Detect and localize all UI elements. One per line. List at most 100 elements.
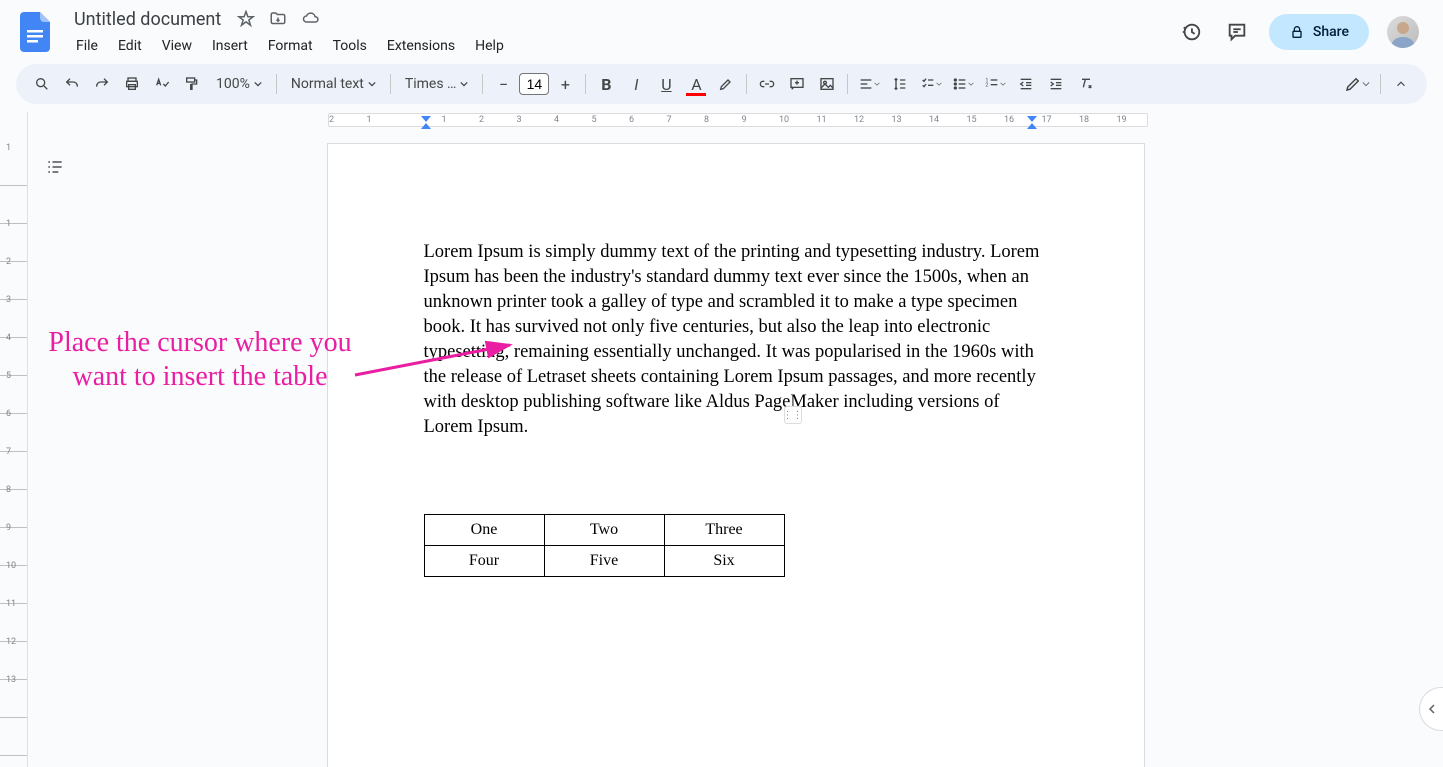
move-icon[interactable] [269, 10, 287, 28]
align-button[interactable] [854, 70, 884, 98]
collapse-toolbar-icon[interactable] [1387, 70, 1415, 98]
chevron-down-icon [968, 81, 974, 87]
chevron-down-icon [1362, 80, 1370, 88]
paragraph-style-select[interactable]: Normal text [283, 76, 384, 92]
ruler-tick: 4 [6, 333, 11, 343]
font-value: Times … [405, 76, 457, 92]
undo-icon[interactable] [58, 70, 86, 98]
decrease-fontsize-button[interactable]: − [489, 70, 517, 98]
font-family-select[interactable]: Times … [397, 76, 477, 92]
ruler-tick: 13 [6, 675, 16, 685]
ruler-tick: 9 [742, 115, 747, 125]
zoom-select[interactable]: 100% [208, 76, 270, 92]
line-spacing-button[interactable] [886, 70, 914, 98]
vertical-ruler: 112345678910111213 [0, 112, 28, 767]
increase-fontsize-button[interactable]: + [551, 70, 579, 98]
paint-format-icon[interactable] [178, 70, 206, 98]
avatar[interactable] [1387, 16, 1419, 48]
ruler-tick: 2 [329, 115, 334, 125]
share-button[interactable]: Share [1269, 14, 1369, 50]
document-page[interactable]: Lorem Ipsum is simply dummy text of the … [328, 144, 1144, 767]
show-outline-button[interactable] [40, 152, 70, 182]
table-row[interactable]: Four Five Six [424, 545, 784, 576]
table-cell[interactable]: One [424, 514, 544, 545]
ruler-tick: 12 [854, 115, 864, 125]
highlight-button[interactable] [712, 70, 740, 98]
doc-title[interactable]: Untitled document [68, 7, 227, 32]
ruler-tick: 1 [6, 219, 11, 229]
add-comment-icon[interactable] [783, 70, 811, 98]
toolbar: 100% Normal text Times … − + B I U A [16, 64, 1427, 104]
ruler-tick: 7 [667, 115, 672, 125]
horizontal-ruler[interactable]: 2112345678910111213141516171819 [28, 112, 1443, 128]
editing-mode-button[interactable] [1340, 70, 1374, 98]
history-icon[interactable] [1177, 18, 1205, 46]
comments-icon[interactable] [1223, 18, 1251, 46]
ruler-tick: 11 [6, 599, 16, 609]
titlebar: Untitled document File Edit View Insert … [0, 0, 1443, 64]
docs-logo[interactable] [16, 12, 56, 52]
table-row[interactable]: One Two Three [424, 514, 784, 545]
annotation-arrow-icon [350, 340, 520, 380]
menubar: File Edit View Insert Format Tools Exten… [68, 34, 1165, 58]
menu-help[interactable]: Help [467, 34, 512, 58]
ruler-tick: 1 [6, 143, 11, 153]
checklist-button[interactable] [916, 70, 946, 98]
ruler-tick: 1 [367, 115, 372, 125]
text-color-button[interactable]: A [682, 70, 710, 98]
table-drag-handle-icon[interactable]: ⋮⋮ [784, 406, 802, 424]
document-table[interactable]: One Two Three Four Five Six [424, 514, 785, 577]
table-cell[interactable]: Four [424, 545, 544, 576]
ruler-tick: 10 [779, 115, 789, 125]
spellcheck-icon[interactable] [148, 70, 176, 98]
table-cell[interactable]: Five [544, 545, 664, 576]
ruler-tick: 18 [1079, 115, 1089, 125]
table-cell[interactable]: Three [664, 514, 784, 545]
bold-button[interactable]: B [592, 70, 620, 98]
style-value: Normal text [291, 76, 364, 92]
menu-view[interactable]: View [154, 34, 200, 58]
star-icon[interactable] [237, 10, 255, 28]
menu-tools[interactable]: Tools [325, 34, 375, 58]
cloud-icon[interactable] [301, 10, 321, 28]
search-icon[interactable] [28, 70, 56, 98]
menu-file[interactable]: File [68, 34, 106, 58]
ruler-tick: 13 [892, 115, 902, 125]
ruler-tick: 8 [6, 485, 11, 495]
ruler-tick: 5 [6, 371, 11, 381]
share-label: Share [1313, 24, 1349, 40]
ruler-tick: 4 [554, 115, 559, 125]
insert-link-icon[interactable] [753, 70, 781, 98]
menu-extensions[interactable]: Extensions [379, 34, 463, 58]
ruler-tick: 5 [592, 115, 597, 125]
underline-button[interactable]: U [652, 70, 680, 98]
svg-text:2: 2 [986, 83, 989, 89]
decrease-indent-button[interactable] [1012, 70, 1040, 98]
chevron-down-icon [460, 80, 468, 88]
increase-indent-button[interactable] [1042, 70, 1070, 98]
menu-edit[interactable]: Edit [110, 34, 150, 58]
print-icon[interactable] [118, 70, 146, 98]
table-cell[interactable]: Six [664, 545, 784, 576]
menu-format[interactable]: Format [260, 34, 321, 58]
fontsize-input[interactable] [519, 73, 549, 95]
chevron-down-icon [368, 80, 376, 88]
ruler-tick: 7 [6, 447, 11, 457]
ruler-tick: 15 [967, 115, 977, 125]
bullet-list-button[interactable] [948, 70, 978, 98]
ruler-tick: 14 [929, 115, 939, 125]
chevron-down-icon [874, 81, 880, 87]
table-cell[interactable]: Two [544, 514, 664, 545]
zoom-value: 100% [216, 76, 250, 92]
ruler-tick: 6 [629, 115, 634, 125]
menu-insert[interactable]: Insert [204, 34, 256, 58]
ruler-tick: 2 [479, 115, 484, 125]
insert-image-icon[interactable] [813, 70, 841, 98]
italic-button[interactable]: I [622, 70, 650, 98]
ruler-tick: 12 [6, 637, 16, 647]
ruler-tick: 19 [1117, 115, 1127, 125]
chevron-down-icon [254, 80, 262, 88]
clear-formatting-button[interactable] [1072, 70, 1100, 98]
numbered-list-button[interactable]: 12 [980, 70, 1010, 98]
redo-icon[interactable] [88, 70, 116, 98]
